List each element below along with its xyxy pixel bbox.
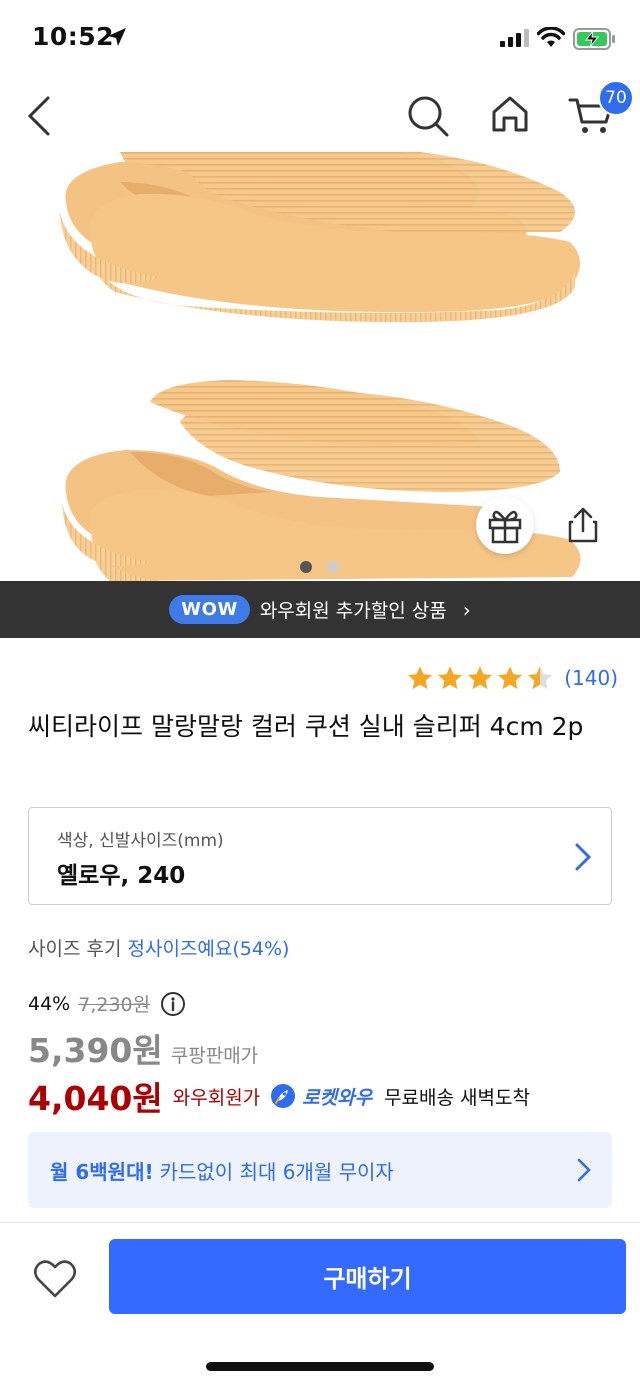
nav-bar bbox=[0, 80, 640, 152]
location-arrow-icon bbox=[108, 28, 126, 46]
bottom-divider bbox=[0, 1222, 640, 1223]
rocket-icon bbox=[271, 1084, 296, 1108]
cellular-signal-icon bbox=[500, 29, 529, 47]
wow-banner-text: 와우회원 추가할인 상품 bbox=[259, 600, 447, 622]
battery-charging-icon bbox=[573, 28, 615, 50]
star-full-icon bbox=[408, 666, 433, 690]
heart-icon bbox=[33, 1260, 77, 1298]
gift-button[interactable] bbox=[476, 496, 534, 554]
share-button[interactable] bbox=[556, 498, 610, 552]
buy-button[interactable]: 구매하기 bbox=[109, 1239, 626, 1314]
status-bar: 10:52 bbox=[0, 0, 640, 80]
sale-price: 5,390원 bbox=[28, 1031, 163, 1070]
card-installment-promo[interactable]: 월 6백원대! 카드없이 최대 6개월 무이자 bbox=[28, 1132, 612, 1208]
search-icon[interactable] bbox=[406, 94, 450, 138]
promo-bold-text: 월 6백원대! bbox=[50, 1159, 154, 1184]
star-full-icon bbox=[498, 666, 523, 690]
wow-badge: WOW bbox=[169, 595, 250, 624]
wifi-icon bbox=[537, 27, 565, 47]
original-price: 7,230원 bbox=[78, 994, 151, 1016]
option-selector[interactable]: 색상, 신발사이즈(mm) 옐로우, 240 bbox=[28, 807, 612, 905]
gift-icon bbox=[488, 510, 522, 544]
carousel-dot-1[interactable] bbox=[300, 561, 312, 573]
wow-discount-banner[interactable]: WOW 와우회원 추가할인 상품 › bbox=[0, 581, 640, 638]
discount-row: 44% 7,230원 bbox=[28, 990, 186, 1017]
star-full-icon bbox=[468, 666, 493, 690]
product-image-carousel[interactable] bbox=[0, 152, 640, 581]
rocket-wow-label: 로켓와우 bbox=[302, 1086, 373, 1109]
size-review-label: 사이즈 후기 bbox=[28, 938, 122, 960]
product-rating[interactable]: (140) bbox=[406, 664, 618, 692]
info-icon[interactable] bbox=[160, 991, 186, 1017]
review-count[interactable]: (140) bbox=[564, 666, 618, 690]
wow-price-row: 4,040원 와우회원가 로켓와우 무료배송 새벽도착 bbox=[28, 1072, 530, 1120]
option-value: 옐로우, 240 bbox=[57, 863, 186, 889]
star-full-icon bbox=[438, 666, 463, 690]
wow-price: 4,040원 bbox=[28, 1079, 163, 1118]
home-icon[interactable] bbox=[488, 92, 532, 136]
product-photo bbox=[60, 152, 581, 581]
wow-price-label: 와우회원가 bbox=[172, 1086, 261, 1109]
status-time: 10:52 bbox=[32, 22, 115, 51]
discount-percent: 44% bbox=[28, 992, 71, 1015]
home-indicator[interactable] bbox=[206, 1362, 434, 1371]
wishlist-button[interactable] bbox=[32, 1256, 78, 1302]
chevron-right-icon: › bbox=[462, 597, 471, 622]
product-title: 씨티라이프 말랑말랑 컬러 쿠션 실내 슬리퍼 4cm 2p bbox=[28, 712, 584, 741]
back-chevron-icon[interactable] bbox=[24, 94, 54, 138]
option-label: 색상, 신발사이즈(mm) bbox=[57, 831, 224, 851]
chevron-right-icon bbox=[575, 843, 592, 871]
delivery-info: 무료배송 새벽도착 bbox=[384, 1086, 530, 1109]
sale-price-label: 쿠팡판매가 bbox=[170, 1045, 259, 1067]
chevron-right-icon bbox=[577, 1158, 591, 1182]
star-half-icon bbox=[528, 666, 553, 690]
share-icon bbox=[568, 507, 598, 543]
sale-price-row: 5,390원 쿠팡판매가 bbox=[28, 1024, 258, 1072]
size-review[interactable]: 사이즈 후기 정사이즈예요(54%) bbox=[28, 934, 289, 961]
promo-text: 카드없이 최대 6개월 무이자 bbox=[159, 1159, 394, 1184]
cart-count-badge: 70 bbox=[598, 80, 634, 116]
size-review-highlight[interactable]: 정사이즈예요(54%) bbox=[128, 938, 290, 960]
carousel-dot-2[interactable] bbox=[327, 561, 339, 573]
